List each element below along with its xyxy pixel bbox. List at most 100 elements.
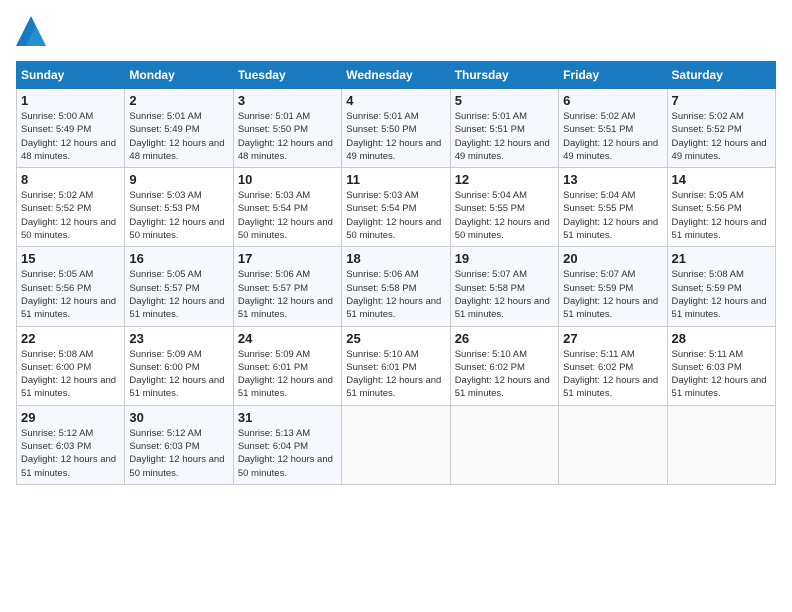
weekday-tuesday: Tuesday xyxy=(233,62,341,89)
sunset-label: Sunset: 5:57 PM xyxy=(129,283,199,294)
day-info: Sunrise: 5:08 AM Sunset: 5:59 PM Dayligh… xyxy=(672,268,771,321)
day-number: 1 xyxy=(21,93,120,108)
sunrise-label: Sunrise: 5:02 AM xyxy=(21,190,93,201)
sunrise-label: Sunrise: 5:10 AM xyxy=(346,349,418,360)
daylight-label: Daylight: 12 hours and 48 minutes. xyxy=(129,138,224,162)
daylight-label: Daylight: 12 hours and 49 minutes. xyxy=(455,138,550,162)
calendar-cell: 25 Sunrise: 5:10 AM Sunset: 6:01 PM Dayl… xyxy=(342,326,450,405)
weekday-header-row: SundayMondayTuesdayWednesdayThursdayFrid… xyxy=(17,62,776,89)
daylight-label: Daylight: 12 hours and 50 minutes. xyxy=(129,454,224,478)
calendar-cell: 6 Sunrise: 5:02 AM Sunset: 5:51 PM Dayli… xyxy=(559,89,667,168)
calendar-cell: 30 Sunrise: 5:12 AM Sunset: 6:03 PM Dayl… xyxy=(125,405,233,484)
sunset-label: Sunset: 5:50 PM xyxy=(238,124,308,135)
day-info: Sunrise: 5:03 AM Sunset: 5:54 PM Dayligh… xyxy=(346,189,445,242)
calendar-cell: 16 Sunrise: 5:05 AM Sunset: 5:57 PM Dayl… xyxy=(125,247,233,326)
calendar-cell: 11 Sunrise: 5:03 AM Sunset: 5:54 PM Dayl… xyxy=(342,168,450,247)
day-number: 16 xyxy=(129,251,228,266)
sunset-label: Sunset: 6:01 PM xyxy=(238,362,308,373)
day-number: 21 xyxy=(672,251,771,266)
weekday-monday: Monday xyxy=(125,62,233,89)
day-number: 15 xyxy=(21,251,120,266)
sunrise-label: Sunrise: 5:08 AM xyxy=(21,349,93,360)
weekday-thursday: Thursday xyxy=(450,62,558,89)
daylight-label: Daylight: 12 hours and 48 minutes. xyxy=(238,138,333,162)
calendar-cell: 27 Sunrise: 5:11 AM Sunset: 6:02 PM Dayl… xyxy=(559,326,667,405)
calendar-cell xyxy=(667,405,775,484)
calendar-cell xyxy=(559,405,667,484)
sunrise-label: Sunrise: 5:06 AM xyxy=(346,269,418,280)
calendar-cell: 21 Sunrise: 5:08 AM Sunset: 5:59 PM Dayl… xyxy=(667,247,775,326)
weekday-saturday: Saturday xyxy=(667,62,775,89)
calendar-cell: 26 Sunrise: 5:10 AM Sunset: 6:02 PM Dayl… xyxy=(450,326,558,405)
calendar-cell xyxy=(450,405,558,484)
sunset-label: Sunset: 5:58 PM xyxy=(346,283,416,294)
sunrise-label: Sunrise: 5:09 AM xyxy=(129,349,201,360)
day-number: 28 xyxy=(672,331,771,346)
daylight-label: Daylight: 12 hours and 51 minutes. xyxy=(563,375,658,399)
week-row-2: 8 Sunrise: 5:02 AM Sunset: 5:52 PM Dayli… xyxy=(17,168,776,247)
daylight-label: Daylight: 12 hours and 51 minutes. xyxy=(21,454,116,478)
weekday-wednesday: Wednesday xyxy=(342,62,450,89)
sunset-label: Sunset: 5:52 PM xyxy=(21,203,91,214)
day-info: Sunrise: 5:09 AM Sunset: 6:01 PM Dayligh… xyxy=(238,348,337,401)
calendar-cell: 24 Sunrise: 5:09 AM Sunset: 6:01 PM Dayl… xyxy=(233,326,341,405)
sunset-label: Sunset: 6:03 PM xyxy=(672,362,742,373)
sunset-label: Sunset: 5:50 PM xyxy=(346,124,416,135)
calendar-cell: 12 Sunrise: 5:04 AM Sunset: 5:55 PM Dayl… xyxy=(450,168,558,247)
sunset-label: Sunset: 5:56 PM xyxy=(672,203,742,214)
calendar-cell: 19 Sunrise: 5:07 AM Sunset: 5:58 PM Dayl… xyxy=(450,247,558,326)
day-number: 9 xyxy=(129,172,228,187)
daylight-label: Daylight: 12 hours and 51 minutes. xyxy=(672,296,767,320)
day-number: 14 xyxy=(672,172,771,187)
logo-icon xyxy=(16,16,46,51)
day-info: Sunrise: 5:06 AM Sunset: 5:58 PM Dayligh… xyxy=(346,268,445,321)
sunrise-label: Sunrise: 5:11 AM xyxy=(672,349,744,360)
sunrise-label: Sunrise: 5:05 AM xyxy=(672,190,744,201)
daylight-label: Daylight: 12 hours and 51 minutes. xyxy=(21,375,116,399)
day-info: Sunrise: 5:01 AM Sunset: 5:51 PM Dayligh… xyxy=(455,110,554,163)
day-info: Sunrise: 5:05 AM Sunset: 5:56 PM Dayligh… xyxy=(21,268,120,321)
calendar-cell: 4 Sunrise: 5:01 AM Sunset: 5:50 PM Dayli… xyxy=(342,89,450,168)
calendar-table: SundayMondayTuesdayWednesdayThursdayFrid… xyxy=(16,61,776,485)
sunset-label: Sunset: 6:03 PM xyxy=(129,441,199,452)
sunset-label: Sunset: 5:55 PM xyxy=(455,203,525,214)
calendar-cell: 28 Sunrise: 5:11 AM Sunset: 6:03 PM Dayl… xyxy=(667,326,775,405)
sunrise-label: Sunrise: 5:03 AM xyxy=(238,190,310,201)
day-number: 29 xyxy=(21,410,120,425)
daylight-label: Daylight: 12 hours and 50 minutes. xyxy=(238,454,333,478)
day-number: 26 xyxy=(455,331,554,346)
day-info: Sunrise: 5:11 AM Sunset: 6:03 PM Dayligh… xyxy=(672,348,771,401)
day-number: 20 xyxy=(563,251,662,266)
weekday-sunday: Sunday xyxy=(17,62,125,89)
calendar-cell: 18 Sunrise: 5:06 AM Sunset: 5:58 PM Dayl… xyxy=(342,247,450,326)
sunrise-label: Sunrise: 5:00 AM xyxy=(21,111,93,122)
sunrise-label: Sunrise: 5:07 AM xyxy=(455,269,527,280)
header xyxy=(16,16,776,51)
day-number: 22 xyxy=(21,331,120,346)
sunrise-label: Sunrise: 5:01 AM xyxy=(346,111,418,122)
daylight-label: Daylight: 12 hours and 50 minutes. xyxy=(455,217,550,241)
day-info: Sunrise: 5:02 AM Sunset: 5:52 PM Dayligh… xyxy=(672,110,771,163)
daylight-label: Daylight: 12 hours and 51 minutes. xyxy=(238,296,333,320)
day-number: 27 xyxy=(563,331,662,346)
sunrise-label: Sunrise: 5:01 AM xyxy=(455,111,527,122)
weekday-friday: Friday xyxy=(559,62,667,89)
day-info: Sunrise: 5:03 AM Sunset: 5:53 PM Dayligh… xyxy=(129,189,228,242)
day-number: 23 xyxy=(129,331,228,346)
day-number: 12 xyxy=(455,172,554,187)
sunrise-label: Sunrise: 5:03 AM xyxy=(129,190,201,201)
sunrise-label: Sunrise: 5:12 AM xyxy=(21,428,93,439)
sunset-label: Sunset: 6:02 PM xyxy=(455,362,525,373)
calendar-cell: 29 Sunrise: 5:12 AM Sunset: 6:03 PM Dayl… xyxy=(17,405,125,484)
sunset-label: Sunset: 6:03 PM xyxy=(21,441,91,452)
day-info: Sunrise: 5:07 AM Sunset: 5:58 PM Dayligh… xyxy=(455,268,554,321)
week-row-1: 1 Sunrise: 5:00 AM Sunset: 5:49 PM Dayli… xyxy=(17,89,776,168)
daylight-label: Daylight: 12 hours and 50 minutes. xyxy=(238,217,333,241)
day-number: 13 xyxy=(563,172,662,187)
day-number: 8 xyxy=(21,172,120,187)
day-info: Sunrise: 5:06 AM Sunset: 5:57 PM Dayligh… xyxy=(238,268,337,321)
sunrise-label: Sunrise: 5:05 AM xyxy=(129,269,201,280)
day-info: Sunrise: 5:04 AM Sunset: 5:55 PM Dayligh… xyxy=(455,189,554,242)
sunset-label: Sunset: 5:52 PM xyxy=(672,124,742,135)
calendar-cell: 3 Sunrise: 5:01 AM Sunset: 5:50 PM Dayli… xyxy=(233,89,341,168)
